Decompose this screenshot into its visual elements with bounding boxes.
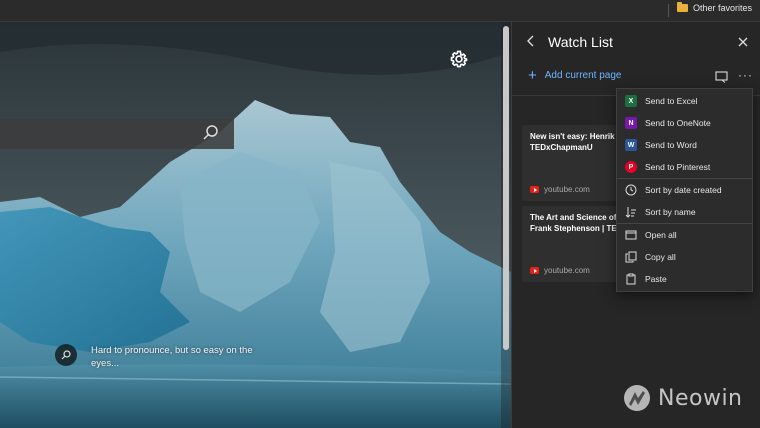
watermark-text: Neowin — [658, 385, 743, 411]
more-options-button[interactable]: ··· — [738, 68, 753, 82]
other-favorites-folder[interactable]: Other favorites — [676, 2, 752, 13]
search-box[interactable] — [0, 119, 234, 149]
neowin-logo-icon — [624, 385, 650, 411]
favorites-bar: Other favorites — [0, 0, 760, 22]
pinterest-icon: P — [625, 161, 637, 173]
search-icon[interactable] — [201, 123, 221, 143]
panel-header: Watch List + Add current page ··· — [512, 22, 760, 96]
add-current-page-label: Add current page — [544, 70, 622, 81]
sort-by-date-item[interactable]: Sort by date created — [617, 179, 752, 201]
folder-icon — [676, 2, 688, 12]
image-search-icon[interactable] — [55, 344, 77, 366]
back-chevron-icon[interactable] — [524, 34, 538, 48]
paste-icon — [625, 273, 637, 285]
menu-item-label: Send to Excel — [645, 96, 698, 106]
neowin-watermark: Neowin — [622, 383, 743, 413]
watch-list-card[interactable]: New isn't easy: Henrik F TEDxChapmanU yo… — [522, 125, 630, 201]
onenote-icon: N — [625, 117, 637, 129]
settings-gear-icon[interactable] — [449, 49, 469, 69]
new-tab-page: Hard to pronounce, but so easy on the ey… — [0, 22, 511, 428]
menu-item-label: Open all — [645, 230, 677, 240]
card-site: youtube.com — [530, 185, 590, 194]
menu-item-label: Send to OneNote — [645, 118, 711, 128]
send-to-onenote-item[interactable]: N Send to OneNote — [617, 112, 752, 134]
cast-icon[interactable] — [715, 70, 728, 83]
panel-title: Watch List — [548, 34, 613, 50]
card-site: youtube.com — [530, 266, 590, 275]
youtube-icon — [530, 267, 539, 274]
card-title: The Art and Science of Frank Stephenson … — [530, 213, 623, 233]
card-site-label: youtube.com — [544, 266, 590, 275]
menu-item-label: Paste — [645, 274, 667, 284]
open-window-icon — [625, 229, 637, 241]
plus-icon: + — [528, 66, 537, 84]
word-icon: W — [625, 139, 637, 151]
paste-item[interactable]: Paste — [617, 268, 752, 290]
watch-list-card[interactable]: The Art and Science of Frank Stephenson … — [522, 206, 630, 282]
other-favorites-label: Other favorites — [692, 3, 752, 13]
menu-item-label: Sort by date created — [645, 185, 722, 195]
add-current-page-button[interactable]: + Add current page — [528, 66, 622, 84]
caption-text[interactable]: Hard to pronounce, but so easy on the ey… — [91, 344, 271, 370]
page-scrollbar-thumb[interactable] — [503, 26, 509, 350]
send-to-excel-item[interactable]: X Send to Excel — [617, 90, 752, 112]
youtube-icon — [530, 186, 539, 193]
menu-item-label: Send to Word — [645, 140, 697, 150]
sort-by-name-item[interactable]: Sort by name — [617, 201, 752, 223]
more-options-menu: X Send to Excel N Send to OneNote W Send… — [616, 88, 753, 292]
image-caption[interactable]: Hard to pronounce, but so easy on the ey… — [55, 344, 271, 370]
menu-item-label: Sort by name — [645, 207, 696, 217]
menu-item-label: Copy all — [645, 252, 676, 262]
copy-all-item[interactable]: Copy all — [617, 246, 752, 268]
card-site-label: youtube.com — [544, 185, 590, 194]
favorites-divider — [668, 4, 669, 17]
menu-item-label: Send to Pinterest — [645, 162, 711, 172]
clock-icon — [625, 184, 637, 196]
excel-icon: X — [625, 95, 637, 107]
send-to-word-item[interactable]: W Send to Word — [617, 134, 752, 156]
close-icon[interactable] — [737, 35, 749, 47]
card-title: New isn't easy: Henrik F TEDxChapmanU — [530, 132, 622, 152]
sort-icon — [625, 206, 637, 218]
open-all-item[interactable]: Open all — [617, 224, 752, 246]
send-to-pinterest-item[interactable]: P Send to Pinterest — [617, 156, 752, 178]
copy-icon — [625, 251, 637, 263]
